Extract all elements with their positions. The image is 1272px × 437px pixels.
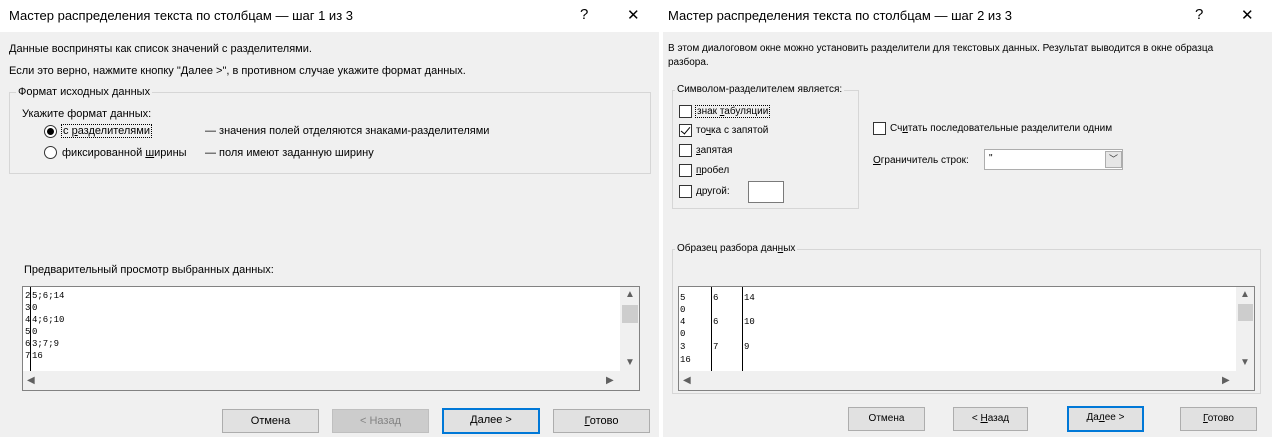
preview-row-text: 4;6;10 xyxy=(32,315,65,325)
text-qualifier-value: " xyxy=(989,153,993,164)
source-format-legend: Формат исходных данных xyxy=(16,86,153,98)
format-prompt: Укажите формат данных: xyxy=(22,108,152,120)
scroll-down-icon[interactable]: ▼ xyxy=(1240,357,1250,368)
finish-button[interactable]: Готово xyxy=(1180,407,1257,431)
scroll-up-icon[interactable]: ▲ xyxy=(625,289,635,300)
sample-cell: 10 xyxy=(744,317,755,327)
delimited-description: — значения полей отделяются знаками-разд… xyxy=(205,125,490,137)
sample-cell: 7 xyxy=(713,342,719,352)
scroll-thumb[interactable] xyxy=(622,305,638,323)
tab-checkbox[interactable] xyxy=(679,105,692,118)
intro-text-line1: В этом диалоговом окне можно установить … xyxy=(668,43,1214,54)
next-button[interactable]: Далее > xyxy=(1067,406,1144,432)
horizontal-scrollbar[interactable]: ◀ ▶ xyxy=(679,371,1254,390)
cancel-button[interactable]: Отмена xyxy=(222,409,319,433)
scroll-right-icon[interactable]: ▶ xyxy=(606,375,614,386)
semicolon-checkbox[interactable] xyxy=(679,124,692,137)
help-icon[interactable]: ? xyxy=(1195,6,1203,23)
preview-row: 6 xyxy=(25,339,31,349)
preview-row-text: 0 xyxy=(32,303,38,313)
consecutive-delimiters-checkbox[interactable] xyxy=(873,122,886,135)
intro-text-line2: разбора. xyxy=(668,57,709,68)
wizard-step1-dialog: Мастер распределения текста по столбцам … xyxy=(0,0,659,437)
scroll-left-icon[interactable]: ◀ xyxy=(27,375,35,386)
scroll-thumb[interactable] xyxy=(1238,304,1253,321)
wizard-step2-dialog: Мастер распределения текста по столбцам … xyxy=(663,0,1272,437)
text-qualifier-select[interactable]: " ﹀ xyxy=(984,149,1123,170)
scroll-down-icon[interactable]: ▼ xyxy=(625,357,635,368)
scroll-left-icon[interactable]: ◀ xyxy=(683,375,691,386)
data-preview[interactable]: 2 5;6;14 3 0 4 4;6;10 5 0 6 3;7;9 7 16 ▲… xyxy=(22,286,640,391)
other-checkbox-label[interactable]: другой: xyxy=(696,186,730,197)
instruction-text: Если это верно, нажмите кнопку "Далее >"… xyxy=(9,65,466,77)
text-qualifier-label: Ограничитель строк: xyxy=(873,155,969,166)
delimited-radio-label[interactable]: с разделителями xyxy=(61,124,152,138)
scroll-up-icon[interactable]: ▲ xyxy=(1240,289,1250,300)
preview-row: 3 xyxy=(25,303,31,313)
vertical-scrollbar[interactable]: ▲ ▼ xyxy=(620,287,639,371)
dialog-title: Мастер распределения текста по столбцам … xyxy=(668,8,1012,23)
title-bar: Мастер распределения текста по столбцам … xyxy=(0,0,659,32)
preview-label: Предварительный просмотр выбранных данны… xyxy=(24,264,274,276)
preview-content: 2 5;6;14 3 0 4 4;6;10 5 0 6 3;7;9 7 16 xyxy=(23,287,620,371)
preview-row: 4 xyxy=(25,315,31,325)
comma-checkbox[interactable] xyxy=(679,144,692,157)
comma-checkbox-label[interactable]: запятая xyxy=(696,145,732,156)
delimited-radio[interactable] xyxy=(44,125,57,138)
preview-row-text: 5;6;14 xyxy=(32,291,65,301)
sample-cell: 6 xyxy=(713,317,719,327)
data-sample-legend: Образец разбора данных xyxy=(675,243,798,254)
consecutive-delimiters-label[interactable]: Считать последовательные разделители одн… xyxy=(890,123,1112,134)
preview-row: 2 xyxy=(25,291,31,301)
sample-cell: 0 xyxy=(680,329,686,339)
close-icon[interactable]: ✕ xyxy=(1241,6,1254,24)
other-delimiter-input[interactable] xyxy=(748,181,784,203)
fixed-width-radio[interactable] xyxy=(44,146,57,159)
other-checkbox[interactable] xyxy=(679,185,692,198)
vertical-scrollbar[interactable]: ▲ ▼ xyxy=(1236,287,1254,371)
back-button[interactable]: < Назад xyxy=(953,407,1028,431)
space-checkbox-label[interactable]: пробел xyxy=(696,165,729,176)
fixed-width-radio-label[interactable]: фиксированной ширины xyxy=(62,147,187,159)
space-checkbox[interactable] xyxy=(679,164,692,177)
sample-cell: 3 xyxy=(680,342,686,352)
data-sample-preview[interactable]: 5 6 14 0 4 6 10 0 3 7 9 16 ▲ ▼ ◀ ▶ xyxy=(678,286,1255,391)
help-icon[interactable]: ? xyxy=(580,6,588,23)
fixed-width-description: — поля имеют заданную ширину xyxy=(205,147,374,159)
sample-cell: 6 xyxy=(713,293,719,303)
next-button[interactable]: Далее > xyxy=(442,408,540,434)
preview-row: 5 xyxy=(25,327,31,337)
preview-row-text: 16 xyxy=(32,351,43,361)
semicolon-checkbox-label[interactable]: точка с запятой xyxy=(696,125,768,136)
sample-content: 5 6 14 0 4 6 10 0 3 7 9 16 xyxy=(679,287,1236,371)
title-bar: Мастер распределения текста по столбцам … xyxy=(663,0,1272,32)
horizontal-scrollbar[interactable]: ◀ ▶ xyxy=(23,371,639,390)
finish-button[interactable]: Готово xyxy=(553,409,650,433)
dialog-title: Мастер распределения текста по столбцам … xyxy=(9,8,353,23)
detected-format-text: Данные восприняты как список значений с … xyxy=(9,43,312,55)
sample-cell: 14 xyxy=(744,293,755,303)
cancel-button[interactable]: Отмена xyxy=(848,407,925,431)
preview-row-text: 0 xyxy=(32,327,38,337)
chevron-down-icon[interactable]: ﹀ xyxy=(1105,151,1122,168)
sample-cell: 16 xyxy=(680,355,691,365)
sample-cell: 5 xyxy=(680,293,686,303)
sample-cell: 0 xyxy=(680,305,686,315)
preview-row-text: 3;7;9 xyxy=(32,339,60,349)
sample-cell: 9 xyxy=(744,342,750,352)
close-icon[interactable]: ✕ xyxy=(627,6,640,24)
sample-cell: 4 xyxy=(680,317,686,327)
preview-row: 7 xyxy=(25,351,31,361)
back-button[interactable]: < Назад xyxy=(332,409,429,433)
tab-checkbox-label[interactable]: знак табуляции xyxy=(694,105,771,118)
delimiter-legend: Символом-разделителем является: xyxy=(675,84,845,95)
scroll-right-icon[interactable]: ▶ xyxy=(1222,375,1230,386)
